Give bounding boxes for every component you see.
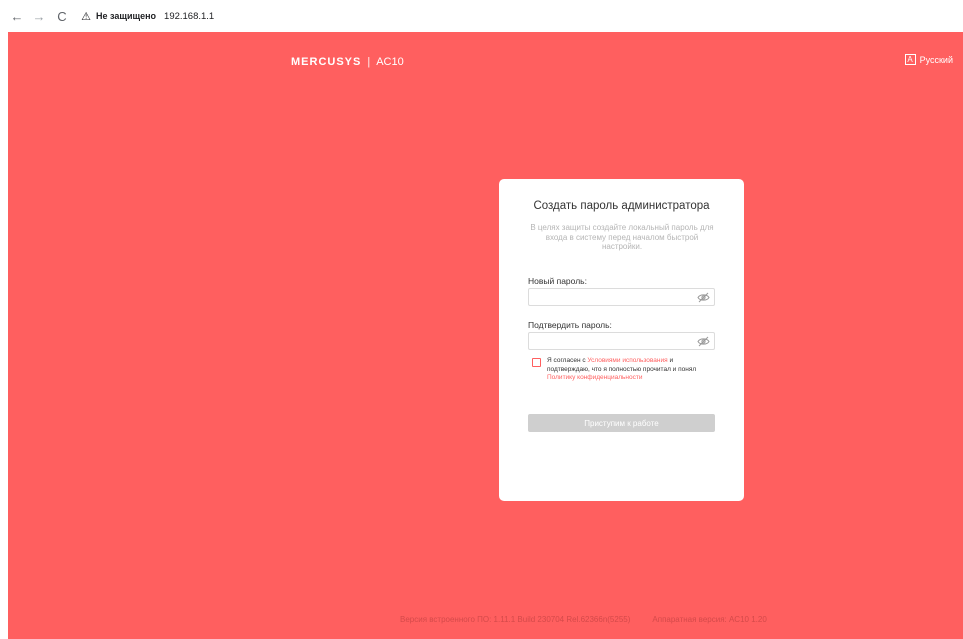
reload-icon[interactable]: C (53, 7, 71, 25)
language-label[interactable]: Русский (920, 55, 953, 65)
create-password-card: Создать пароль администратора В целях за… (499, 179, 744, 501)
terms-link[interactable]: Условиями использования (587, 357, 667, 364)
warning-icon[interactable]: ⚠ (80, 10, 92, 23)
agreement-text: Я согласен с Условиями использования и п… (547, 357, 717, 383)
firmware-version: Версия встроенного ПО: 1.11.1 Build 2307… (400, 615, 631, 624)
brand-header: MERCUSYS | AC10 (291, 56, 404, 68)
privacy-link[interactable]: Политику конфиденциальности (547, 374, 642, 381)
eye-off-icon[interactable] (697, 336, 710, 347)
hardware-version: Аппаратная версия: AC10 1.20 (652, 615, 767, 624)
agreement-row: Я согласен с Условиями использования и п… (532, 357, 717, 383)
security-label[interactable]: Не защищено (96, 11, 156, 21)
start-button[interactable]: Приступим к работе (528, 414, 715, 432)
card-title: Создать пароль администратора (533, 200, 710, 212)
router-page: MERCUSYS | AC10 A Русский Создать пароль… (8, 32, 963, 639)
brand-logo: MERCUSYS (291, 56, 362, 68)
model-name: AC10 (376, 56, 404, 68)
address-bar[interactable]: ⚠ Не защищено 192.168.1.1 (80, 5, 214, 27)
agreement-checkbox[interactable] (532, 358, 541, 367)
forward-arrow-icon[interactable]: → (30, 7, 48, 25)
new-password-field[interactable] (528, 288, 715, 306)
language-icon[interactable]: A (904, 54, 916, 65)
footer: Версия встроенного ПО: 1.11.1 Build 2307… (400, 615, 767, 624)
new-password-label: Новый пароль: (528, 276, 587, 286)
confirm-password-label: Подтвердить пароль: (528, 320, 612, 330)
url-text[interactable]: 192.168.1.1 (164, 11, 214, 22)
back-arrow-icon[interactable]: ← (8, 7, 26, 25)
agreement-text-before: Я согласен с (547, 357, 588, 364)
brand-separator: | (367, 56, 371, 68)
browser-toolbar: ← → C ⚠ Не защищено 192.168.1.1 (0, 0, 963, 32)
confirm-password-field[interactable] (528, 332, 715, 350)
eye-off-icon[interactable] (697, 292, 710, 303)
card-description: В целях защиты создайте локальный пароль… (530, 223, 714, 251)
language-selector[interactable]: A Русский (904, 54, 953, 65)
